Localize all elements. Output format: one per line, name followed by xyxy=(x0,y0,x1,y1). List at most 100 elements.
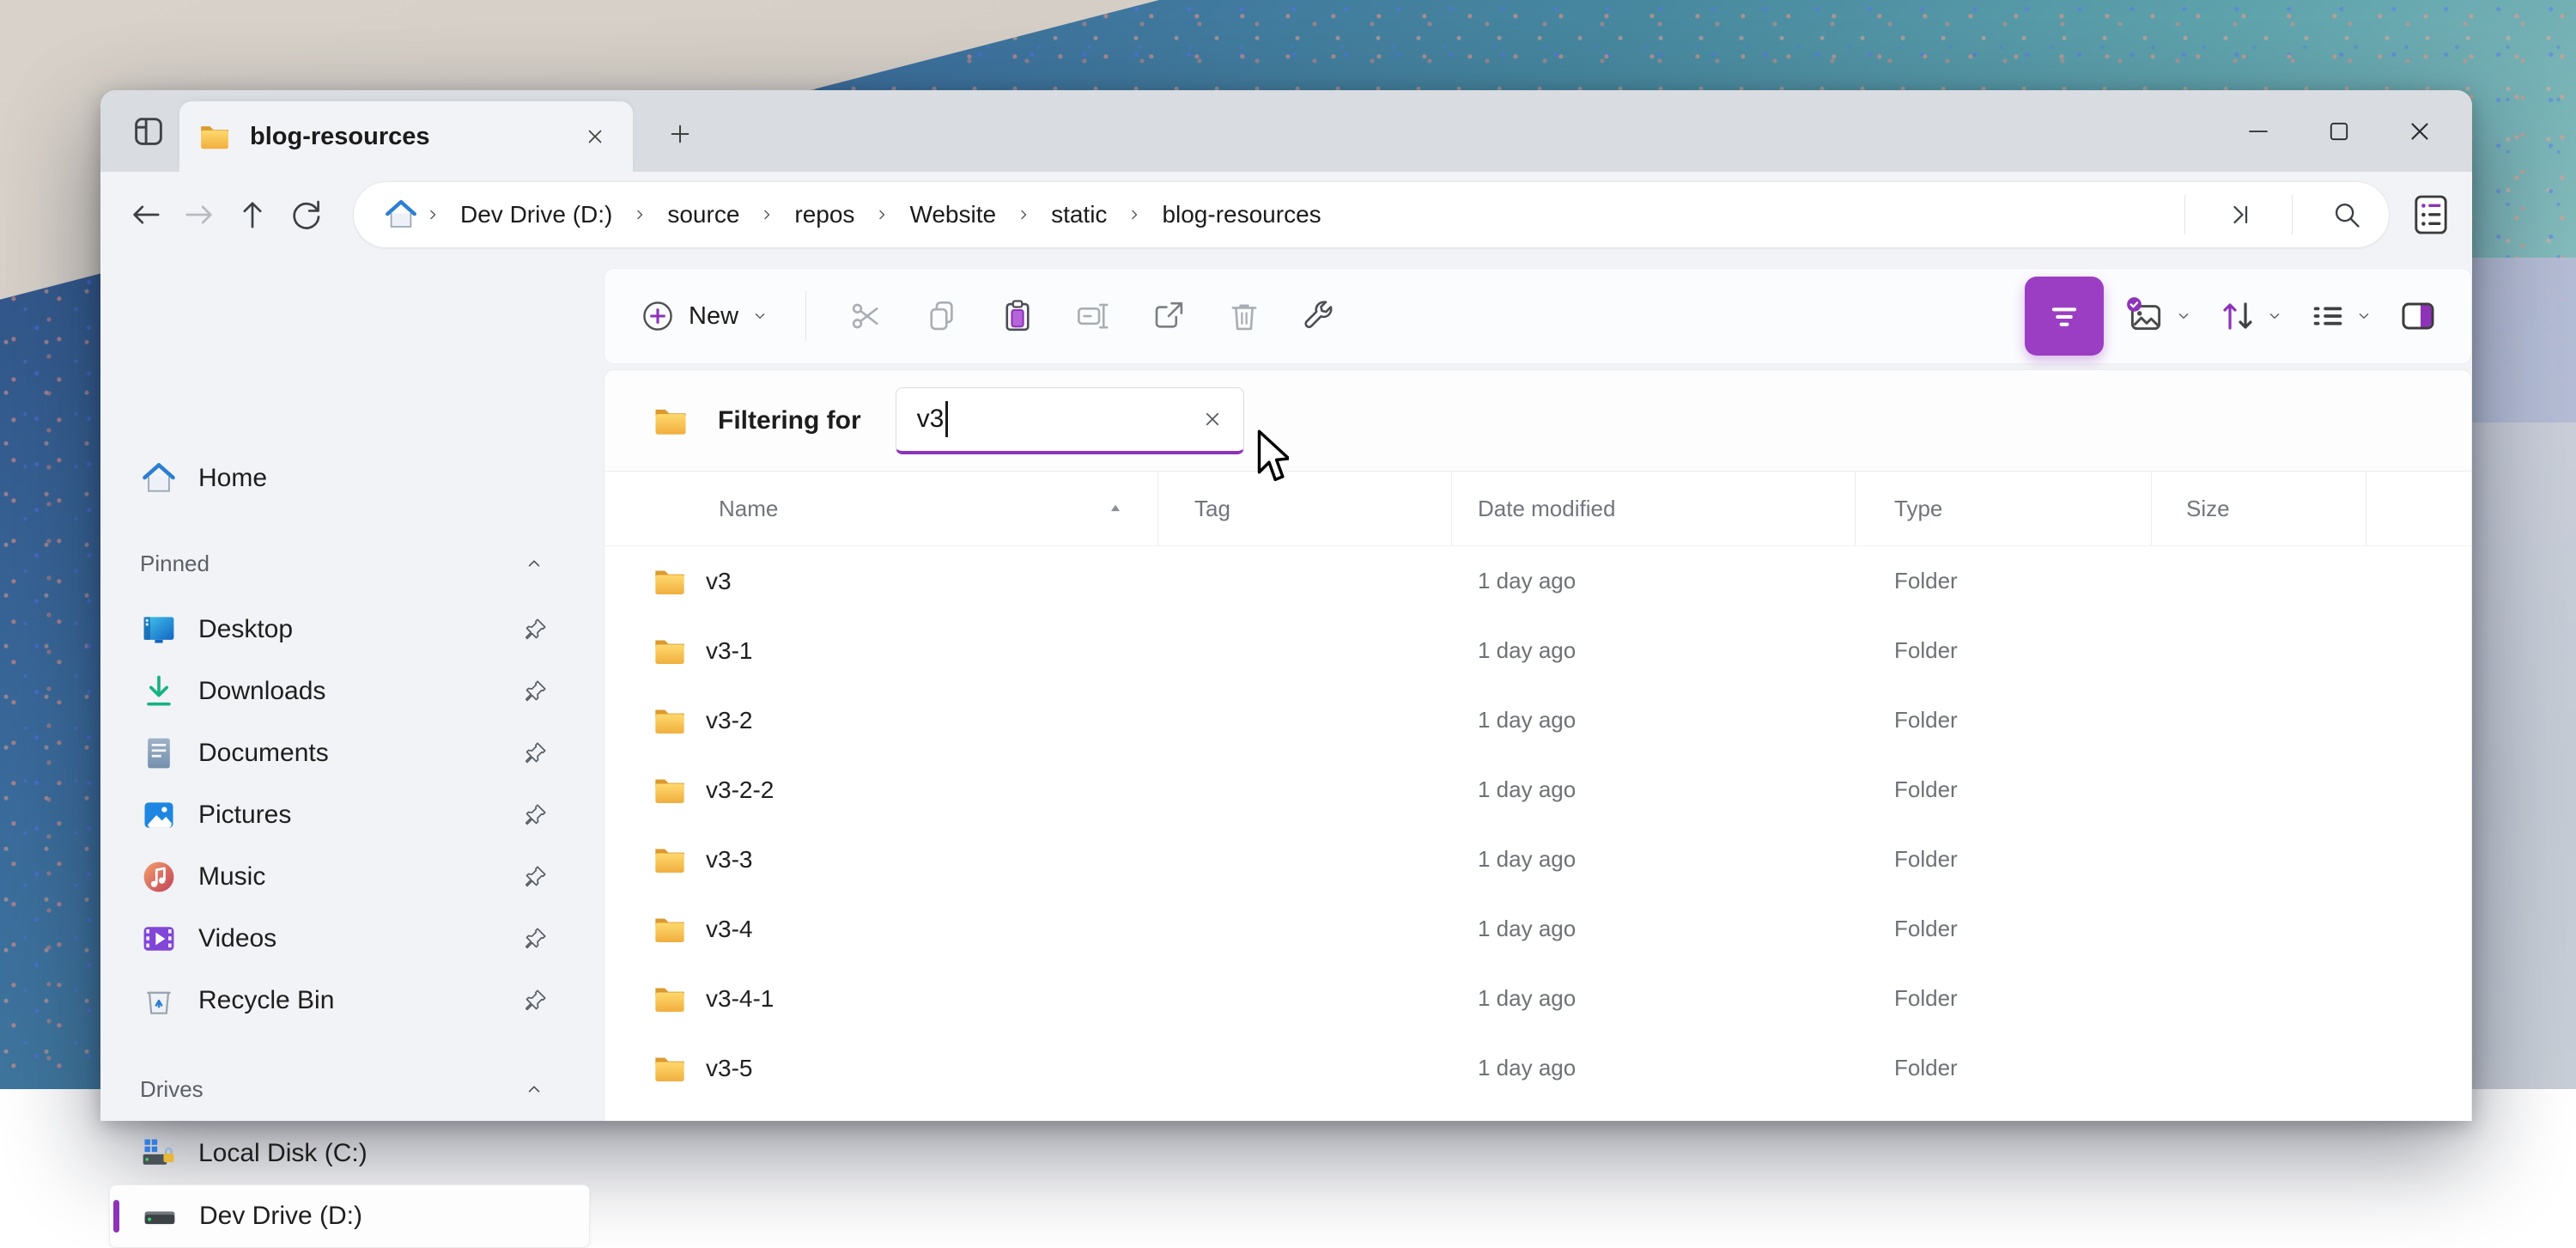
column-header-size[interactable]: Size xyxy=(2152,472,2366,545)
home-icon[interactable] xyxy=(383,197,419,233)
preview-pane-icon xyxy=(2397,295,2439,337)
up-button[interactable] xyxy=(226,188,279,241)
forward-button[interactable] xyxy=(173,188,226,241)
sort-icon xyxy=(2217,295,2258,337)
minimize-button[interactable] xyxy=(2218,90,2299,172)
table-row[interactable]: v3 1 day ago Folder xyxy=(605,546,2471,616)
delete-button[interactable] xyxy=(1206,279,1282,353)
view-options-button[interactable] xyxy=(2112,295,2205,338)
maximize-button[interactable] xyxy=(2299,90,2379,172)
column-header-name[interactable]: Name xyxy=(605,472,1158,545)
videos-icon xyxy=(140,920,178,958)
new-tab-icon[interactable] xyxy=(657,111,703,157)
sidebar: Home Pinned Desktop Downloads Documents … xyxy=(100,258,604,1121)
queue-list-icon[interactable] xyxy=(2390,193,2472,236)
table-row[interactable]: v3-4 1 day ago Folder xyxy=(605,894,2471,964)
sidebar-item-dev-drive-d[interactable]: Dev Drive (D:) xyxy=(109,1184,590,1248)
properties-button[interactable] xyxy=(1282,279,1358,353)
rename-icon xyxy=(1075,298,1111,334)
pin-icon[interactable] xyxy=(518,736,552,770)
breadcrumb-item[interactable]: Website xyxy=(896,194,1010,235)
command-toolbar: New xyxy=(604,268,2472,364)
file-name: v3-5 xyxy=(706,1055,752,1082)
pin-icon[interactable] xyxy=(518,860,552,894)
file-name: v3 xyxy=(706,568,732,595)
table-row[interactable]: v3-2 1 day ago Folder xyxy=(605,685,2471,755)
chevron-up-icon[interactable] xyxy=(523,1078,545,1100)
sidebar-section-drives[interactable]: Drives xyxy=(109,1063,590,1115)
sidebar-section-pinned[interactable]: Pinned xyxy=(109,538,590,589)
sidebar-item-recycle-bin[interactable]: Recycle Bin xyxy=(109,970,590,1032)
file-type: Folder xyxy=(1856,755,2152,825)
local-disk-icon xyxy=(140,1135,178,1172)
pictures-icon xyxy=(140,796,178,834)
text-caret xyxy=(945,401,948,437)
sidebar-item-documents[interactable]: Documents xyxy=(109,722,590,784)
search-icon[interactable] xyxy=(2330,198,2363,231)
table-row[interactable]: v3-1 1 day ago Folder xyxy=(605,616,2471,685)
paste-button[interactable] xyxy=(980,279,1055,353)
tab-blog-resources[interactable]: blog-resources xyxy=(179,101,633,172)
breadcrumb: Dev Drive (D:) source repos Website stat… xyxy=(419,194,2184,235)
pin-icon[interactable] xyxy=(518,922,552,956)
breadcrumb-item-current[interactable]: blog-resources xyxy=(1148,194,1334,235)
address-bar[interactable]: Dev Drive (D:) source repos Website stat… xyxy=(353,181,2390,248)
sidebar-item-label: Downloads xyxy=(198,677,518,706)
breadcrumb-item[interactable]: repos xyxy=(781,194,868,235)
cut-button[interactable] xyxy=(829,279,904,353)
back-button[interactable] xyxy=(119,188,173,241)
share-button[interactable] xyxy=(1131,279,1206,353)
pin-icon[interactable] xyxy=(518,798,552,832)
file-type: Folder xyxy=(1856,825,2152,894)
sidebar-item-label: Home xyxy=(198,464,590,493)
table-row[interactable]: v3-5 1 day ago Folder xyxy=(605,1033,2471,1103)
sidebar-item-desktop[interactable]: Desktop xyxy=(109,599,590,661)
table-row[interactable]: v3-2-2 1 day ago Folder xyxy=(605,755,2471,825)
pin-icon[interactable] xyxy=(518,983,552,1018)
breadcrumb-item[interactable]: source xyxy=(653,194,753,235)
column-header-date-modified[interactable]: Date modified xyxy=(1452,472,1856,545)
preview-pane-button[interactable] xyxy=(2385,295,2451,337)
new-button[interactable]: New xyxy=(625,289,783,344)
file-name: v3-2 xyxy=(706,707,752,734)
chevron-down-icon xyxy=(2174,307,2193,326)
close-button[interactable] xyxy=(2379,90,2460,172)
refresh-button[interactable] xyxy=(279,188,332,241)
table-row[interactable]: v3-4-1 1 day ago Folder xyxy=(605,964,2471,1033)
filter-banner: Filtering for v3 xyxy=(605,370,2471,472)
music-icon xyxy=(140,858,178,896)
sidebar-item-local-disk-c[interactable]: Local Disk (C:) xyxy=(109,1123,590,1184)
breadcrumb-item[interactable]: static xyxy=(1037,194,1121,235)
sidebar-item-label: Local Disk (C:) xyxy=(198,1139,590,1168)
rename-button[interactable] xyxy=(1055,279,1131,353)
column-header-tag[interactable]: Tag xyxy=(1158,472,1452,545)
tab-layout-icon[interactable] xyxy=(125,107,173,155)
sort-button[interactable] xyxy=(2205,295,2296,337)
breadcrumb-item[interactable]: Dev Drive (D:) xyxy=(447,194,626,235)
file-date: 1 day ago xyxy=(1452,755,1856,825)
file-date: 1 day ago xyxy=(1452,685,1856,755)
table-row[interactable]: v3-3 1 day ago Folder xyxy=(605,825,2471,894)
sidebar-item-home[interactable]: Home xyxy=(109,447,590,509)
sidebar-item-music[interactable]: Music xyxy=(109,846,590,908)
folder-icon xyxy=(653,403,689,439)
filter-label: Filtering for xyxy=(718,406,861,435)
filter-input[interactable]: v3 xyxy=(896,387,1244,454)
downloads-icon xyxy=(140,673,178,710)
sidebar-item-videos[interactable]: Videos xyxy=(109,908,590,970)
tab-close-icon[interactable] xyxy=(576,118,614,155)
divider xyxy=(805,291,806,341)
jump-to-end-icon[interactable] xyxy=(2223,199,2254,230)
breadcrumb-chevron-icon xyxy=(873,206,890,223)
pin-icon[interactable] xyxy=(518,612,552,647)
column-header-type[interactable]: Type xyxy=(1856,472,2152,545)
copy-button[interactable] xyxy=(904,279,980,353)
filter-toggle-button[interactable] xyxy=(2025,277,2104,356)
layout-button[interactable] xyxy=(2296,296,2385,336)
clear-filter-icon[interactable] xyxy=(1194,400,1231,438)
pin-icon[interactable] xyxy=(518,674,552,709)
chevron-up-icon[interactable] xyxy=(523,552,545,575)
sidebar-item-downloads[interactable]: Downloads xyxy=(109,661,590,722)
wallpaper-smooth-panel xyxy=(2464,423,2576,1089)
sidebar-item-pictures[interactable]: Pictures xyxy=(109,784,590,846)
